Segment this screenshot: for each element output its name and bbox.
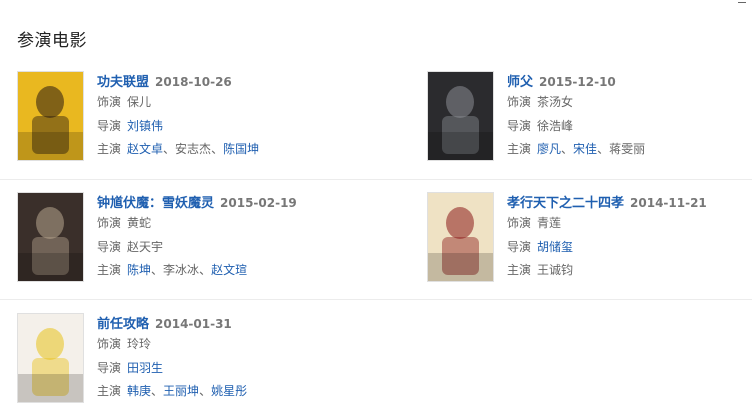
section-title: 参演电影 [17,31,87,51]
director-list: 赵天宇 [127,240,163,254]
person-link[interactable]: 赵文瑄 [211,263,247,277]
director-list: 胡储玺 [537,240,573,254]
release-date: 2015-02-19 [220,196,297,210]
divider [0,179,752,180]
person-link[interactable]: 陈坤 [127,263,151,277]
name-separator: 、 [151,384,164,398]
director-label: 导演 [97,118,122,133]
role-value: 保儿 [127,95,152,109]
person-link[interactable]: 陈国坤 [223,142,259,156]
director-list: 田羽生 [127,361,163,375]
person-name: 徐浩峰 [537,118,574,133]
person-link[interactable]: 刘镇伟 [127,119,163,133]
cast-label: 主演 [97,263,122,277]
role-label: 饰演 [97,337,122,351]
role-value: 玲玲 [127,337,152,351]
movie-card-2: 师父 2015-12-10 饰演 茶汤女 导演 徐浩峰 主演 廖凡、宋佳、蒋雯丽 [427,71,752,163]
movie-card-3: 钟馗伏魔：雪妖魔灵 2015-02-19 饰演 黄蛇 导演 赵天宇 主演 陈坤、李冰冰、… [17,192,347,284]
role-label: 饰演 [97,95,122,109]
movie-poster[interactable] [427,71,494,161]
role-label: 饰演 [97,216,122,230]
movie-card-1: 功夫联盟 2018-10-26 饰演 保儿 导演 刘镇伟 主演 赵文卓、安志杰、陈国坤 [17,71,347,163]
movie-title-link[interactable]: 孝行天下之二十四孝 [507,196,624,211]
director-label: 导演 [97,360,122,375]
name-separator: 、 [151,263,164,277]
name-separator: 、 [163,142,176,156]
movie-title-link[interactable]: 功夫联盟 [97,75,149,90]
cast-list: 廖凡、宋佳、蒋雯丽 [537,142,645,156]
role-label: 饰演 [507,216,532,230]
movie-poster[interactable] [17,192,84,282]
release-date: 2018-10-26 [155,75,232,89]
corner-mark [738,0,746,3]
director-label: 导演 [507,239,532,254]
release-date: 2014-11-21 [630,196,707,210]
person-name: 安志杰 [175,142,212,156]
person-name: 王诚钧 [537,263,574,277]
divider [0,299,752,300]
name-separator: 、 [199,263,212,277]
poster-image [18,193,83,281]
person-link[interactable]: 田羽生 [127,361,163,375]
person-link[interactable]: 宋佳 [573,142,597,156]
cast-list: 赵文卓、安志杰、陈国坤 [127,142,259,156]
person-name: 李冰冰 [163,263,200,277]
person-name: 赵天宇 [127,239,164,254]
director-list: 徐浩峰 [537,119,573,133]
cast-label: 主演 [97,384,122,398]
name-separator: 、 [561,142,574,156]
poster-image [18,314,83,402]
person-link[interactable]: 韩庚 [127,384,151,398]
person-link[interactable]: 胡储玺 [537,240,573,254]
name-separator: 、 [199,384,212,398]
movie-poster[interactable] [17,71,84,161]
person-link[interactable]: 廖凡 [537,142,561,156]
name-separator: 、 [597,142,610,156]
role-label: 饰演 [507,95,532,109]
cast-label: 主演 [507,142,532,156]
poster-image [428,193,493,281]
person-link[interactable]: 赵文卓 [127,142,163,156]
movie-card-4: 孝行天下之二十四孝 2014-11-21 饰演 青莲 导演 胡储玺 主演 王诚钧 [427,192,752,284]
name-separator: 、 [211,142,224,156]
role-value: 茶汤女 [537,95,574,109]
cast-list: 韩庚、王丽坤、姚星彤 [127,384,247,398]
cast-list: 王诚钧 [537,263,573,277]
person-link[interactable]: 姚星彤 [211,384,247,398]
release-date: 2014-01-31 [155,317,232,331]
role-value: 黄蛇 [127,216,152,230]
cast-list: 陈坤、李冰冰、赵文瑄 [127,263,247,277]
role-value: 青莲 [537,216,562,230]
movie-title-link[interactable]: 师父 [507,75,533,90]
person-name: 蒋雯丽 [609,142,646,156]
movie-card-5: 前任攻略 2014-01-31 饰演 玲玲 导演 田羽生 主演 韩庚、王丽坤、姚星彤 [17,313,347,405]
poster-image [428,72,493,160]
person-link[interactable]: 王丽坤 [163,384,199,398]
movie-title-link[interactable]: 钟馗伏魔：雪妖魔灵 [97,196,214,211]
movie-title-link[interactable]: 前任攻略 [97,317,149,332]
director-label: 导演 [97,239,122,254]
cast-label: 主演 [97,142,122,156]
cast-label: 主演 [507,263,532,277]
poster-image [18,72,83,160]
release-date: 2015-12-10 [539,75,616,89]
director-list: 刘镇伟 [127,119,163,133]
director-label: 导演 [507,118,532,133]
movie-poster[interactable] [427,192,494,282]
movie-poster[interactable] [17,313,84,403]
